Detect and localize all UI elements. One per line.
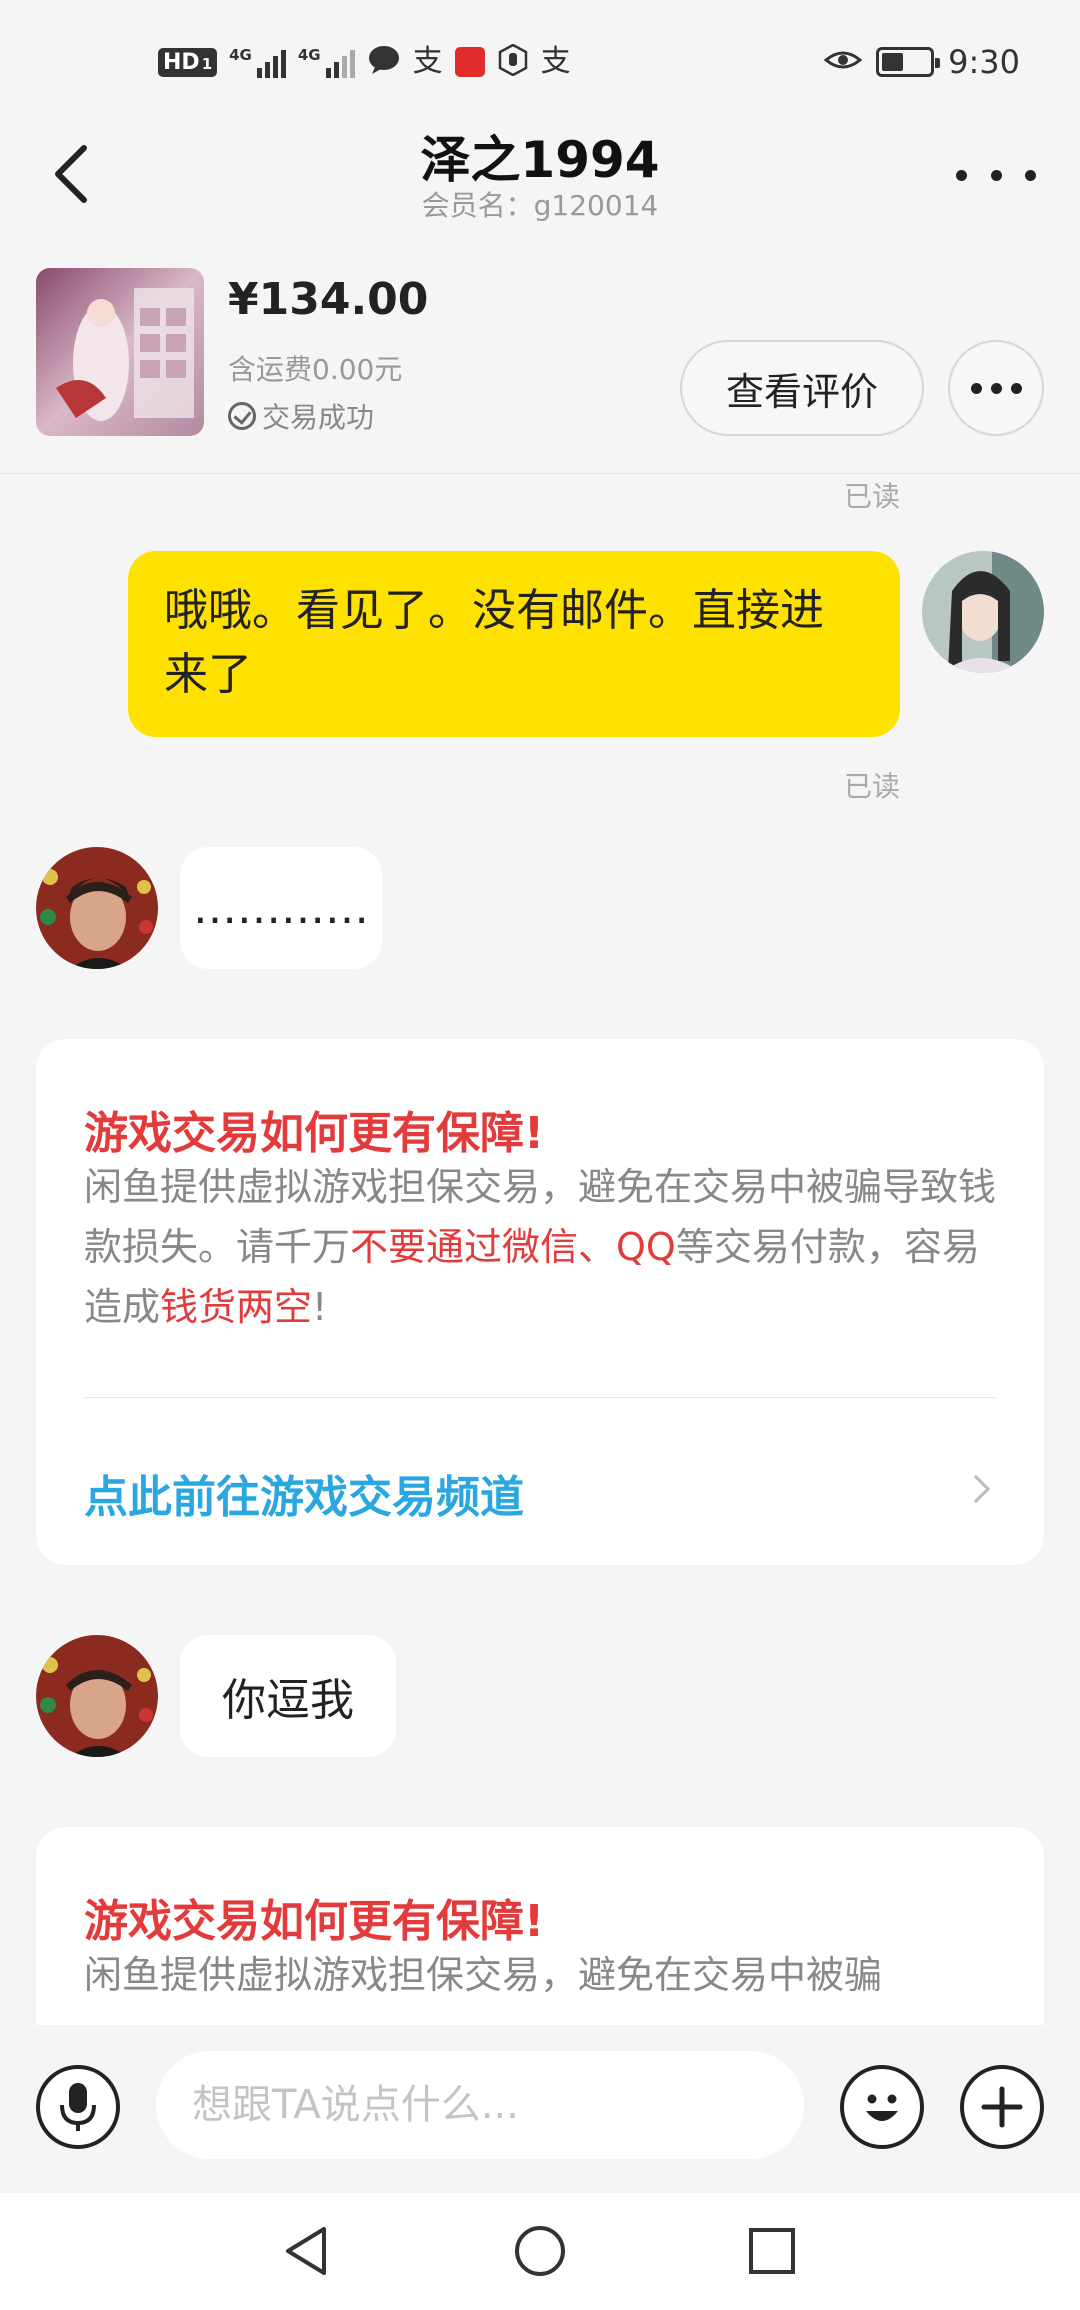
dot-icon <box>1010 382 1022 394</box>
chat-header: 泽之1994 会员名：g120014 <box>0 120 1080 260</box>
dot-icon <box>990 169 1002 181</box>
read-receipt: 已读 <box>843 770 900 803</box>
shipping-fee: 含运费0.00元 <box>228 353 403 386</box>
status-bar-left: HD 1 4G 4G 支 支 <box>158 40 571 84</box>
battery-icon <box>876 47 941 77</box>
my-avatar[interactable] <box>922 551 1044 673</box>
safety-notice-card: 游戏交易如何更有保障! 闲鱼提供虚拟游戏担保交易，避免在交易中被骗导致钱款损失。… <box>36 1039 1044 1565</box>
notice-title: 游戏交易如何更有保障! <box>84 1896 545 1947</box>
other-avatar[interactable] <box>36 1635 158 1757</box>
other-message-bubble[interactable]: 你逗我 <box>180 1635 396 1757</box>
chat-bubble-icon <box>367 45 401 79</box>
view-review-button[interactable]: 查看评价 <box>680 340 924 436</box>
nav-back-button[interactable] <box>280 2223 336 2279</box>
eye-comfort-icon <box>823 46 863 78</box>
circle-home-icon <box>515 2226 565 2276</box>
red-app-icon <box>454 47 485 77</box>
product-thumbnail[interactable] <box>36 268 204 436</box>
chevron-right-icon[interactable] <box>961 1474 991 1504</box>
safety-notice-card: 游戏交易如何更有保障! 闲鱼提供虚拟游戏担保交易，避免在交易中被骗 <box>36 1827 1044 2025</box>
hand-icon <box>497 43 529 80</box>
message-input[interactable] <box>156 2051 804 2159</box>
chat-list[interactable]: 已读 哦哦。看见了。没有邮件。直接进来了 已读 ………… 游戏交易如何更有保障!… <box>0 475 1080 2025</box>
signal-strength-icon-2: 4G <box>298 46 355 78</box>
order-status: 交易成功 <box>228 396 374 436</box>
microphone-icon <box>60 2083 96 2131</box>
voice-button[interactable] <box>36 2065 120 2149</box>
status-bar-right: 9:30 <box>823 40 1020 84</box>
plus-icon <box>981 2086 1023 2128</box>
add-button[interactable] <box>960 2065 1044 2149</box>
system-navigation-bar <box>0 2193 1080 2310</box>
my-message-bubble[interactable]: 哦哦。看见了。没有邮件。直接进来了 <box>128 551 900 737</box>
nav-recents-button[interactable] <box>744 2223 800 2279</box>
order-status-label: 交易成功 <box>262 401 375 434</box>
alipay-icon: 支 <box>540 44 571 79</box>
input-bar <box>0 2025 1080 2193</box>
divider <box>84 1397 996 1398</box>
dot-icon <box>956 169 967 181</box>
page-title: 泽之1994 <box>420 131 660 189</box>
smiley-icon <box>866 2094 898 2121</box>
notice-body: 闲鱼提供虚拟游戏担保交易，避免在交易中被骗导致钱款损失。请千万不要通过微信、QQ… <box>84 1165 997 1329</box>
nav-home-button[interactable] <box>512 2223 568 2279</box>
check-circle-icon <box>228 402 256 430</box>
status-bar: HD 1 4G 4G 支 支 9:30 <box>0 0 1080 120</box>
more-options-button[interactable] <box>956 150 1036 200</box>
clock: 9:30 <box>948 43 1020 81</box>
product-card[interactable]: ¥134.00 含运费0.00元 交易成功 查看评价 <box>0 260 1080 474</box>
square-recents-icon <box>749 2228 795 2274</box>
hd-badge: HD 1 <box>158 47 218 77</box>
product-more-button[interactable] <box>948 340 1044 436</box>
dot-icon <box>970 382 982 394</box>
notice-title: 游戏交易如何更有保障! <box>84 1108 545 1159</box>
alipay-icon: 支 <box>412 44 443 79</box>
dot-icon <box>1025 169 1036 181</box>
game-trade-channel-link[interactable]: 点此前往游戏交易频道 <box>84 1461 524 1525</box>
other-message-bubble[interactable]: ………… <box>180 847 382 969</box>
emoji-button[interactable] <box>840 2065 924 2149</box>
triangle-back-icon <box>286 2227 326 2275</box>
other-avatar[interactable] <box>36 847 158 969</box>
signal-strength-icon: 4G <box>229 46 286 78</box>
member-name: 会员名：g120014 <box>421 189 659 222</box>
notice-body: 闲鱼提供虚拟游戏担保交易，避免在交易中被骗 <box>84 1953 883 1997</box>
product-price: ¥134.00 <box>228 274 429 325</box>
dot-icon <box>990 382 1002 394</box>
read-receipt: 已读 <box>843 480 900 513</box>
